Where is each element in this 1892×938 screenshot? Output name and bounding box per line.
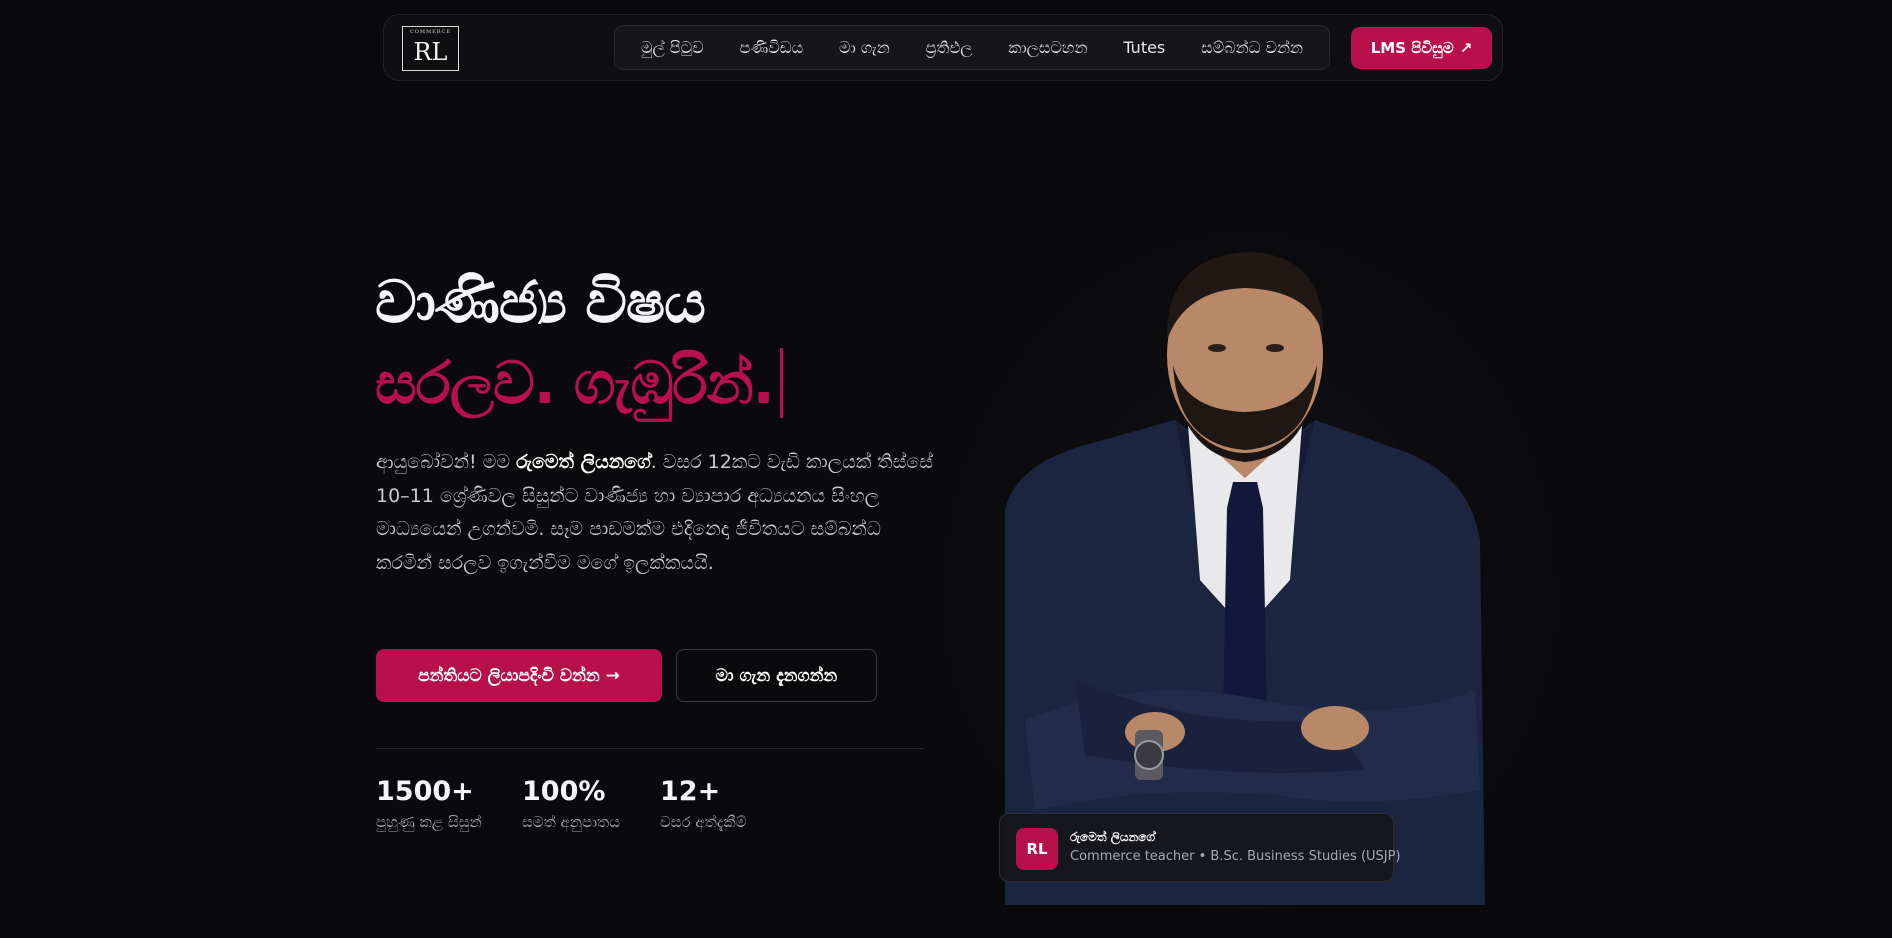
nav-item-message[interactable]: පණිවිඩය (739, 38, 803, 58)
top-navbar: COMMERCE RL මුල් පිටුව පණිවිඩය මා ගැන ප්… (383, 14, 1503, 81)
hero-title-line1: වාණිජ්‍ය විෂය (375, 268, 706, 336)
site-logo[interactable]: COMMERCE RL (402, 26, 459, 71)
lms-login-button[interactable]: LMS පිවිසුම ↗ (1351, 27, 1492, 69)
profile-name: රුමෙත් ලියනගේ (1070, 830, 1156, 844)
intro-prefix: ආයුබෝවන්! මම (376, 451, 517, 473)
stat-students-value: 1500+ (376, 776, 474, 807)
teacher-profile-card: RL රුමෙත් ලියනගේ Commerce teacher • B.Sc… (999, 813, 1401, 882)
teacher-portrait (1005, 252, 1485, 905)
logo-top-text: COMMERCE (409, 29, 452, 35)
learn-about-me-button[interactable]: මා ගැන දැනගන්න (676, 649, 877, 702)
register-class-button[interactable]: පන්තියට ලියාපදිංචි වන්න → (376, 649, 662, 702)
profile-role: Commerce teacher • B.Sc. Business Studie… (1070, 849, 1401, 864)
stat-pass-rate-value: 100% (522, 776, 606, 807)
logo-monogram: RL (413, 37, 448, 66)
stat-pass-rate-label: සමත් අනුපාතය (522, 813, 620, 831)
lms-login-label: LMS පිවිසුම (1370, 39, 1454, 57)
nav-item-about[interactable]: මා ගැන (839, 38, 890, 58)
hero-title-line2: සරලව. ගැඹුරින්. (375, 348, 775, 417)
nav-item-home[interactable]: මුල් පිටුව (641, 38, 704, 58)
hero-title-line2-wrap: සරලව. ගැඹුරින්. (375, 348, 783, 418)
stat-experience-value: 12+ (660, 776, 721, 807)
intro-teacher-name: රුමෙත් ලියනගේ (516, 451, 651, 473)
hero-intro: ආයුබෝවන්! මම රුමෙත් ලියනගේ. වසර 12කට වැඩ… (376, 446, 936, 580)
stat-students-label: පුහුණු කළ සිසුන් (376, 813, 482, 831)
stats-divider (376, 748, 924, 749)
avatar: RL (1016, 828, 1058, 870)
typing-caret (779, 348, 783, 418)
nav-menu: මුල් පිටුව පණිවිඩය මා ගැන ප්‍රතිඵල කාලසට… (614, 25, 1330, 70)
nav-item-results[interactable]: ප්‍රතිඵල (926, 38, 973, 58)
stat-pass-rate: 100% සමත් අනුපාතය (522, 778, 620, 831)
nav-item-contact[interactable]: සම්බන්ධ වන්න (1201, 38, 1303, 58)
stat-experience-label: වසර අත්දැකීම් (660, 813, 747, 831)
stat-students: 1500+ පුහුණු කළ සිසුන් (376, 778, 482, 831)
external-link-icon: ↗ (1459, 39, 1473, 57)
nav-item-timetable[interactable]: කාලසටහන (1008, 38, 1087, 58)
stat-experience: 12+ වසර අත්දැකීම් (660, 778, 746, 831)
nav-item-tutes[interactable]: Tutes (1123, 38, 1165, 57)
